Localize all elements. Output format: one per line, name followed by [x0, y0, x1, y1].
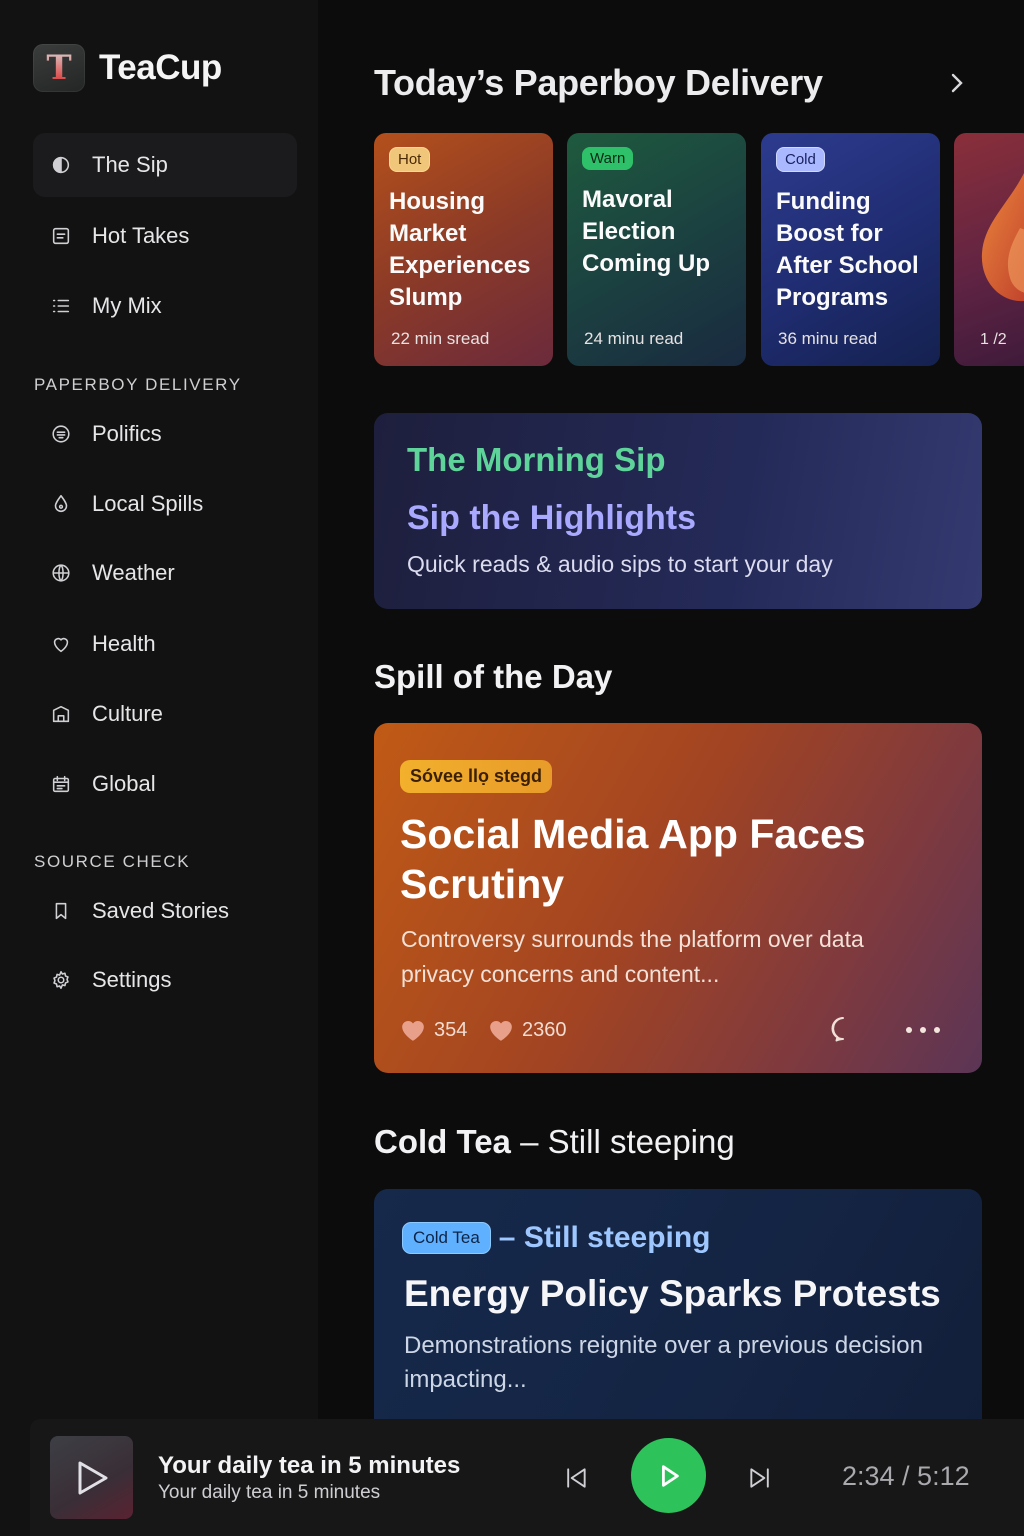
- sidebar-item-health[interactable]: Health: [33, 612, 297, 676]
- brand[interactable]: T TeaCup: [33, 44, 222, 92]
- play-logo-icon: [78, 1461, 107, 1494]
- chat-icon: [49, 422, 73, 446]
- card-read-time: 24 minu read: [584, 329, 684, 348]
- morning-desc: Quick reads & audio sips to start your d…: [407, 551, 833, 577]
- card-read-time: 22 min sread: [391, 329, 490, 348]
- sidebar-item-my-mix[interactable]: My Mix: [33, 274, 297, 338]
- cold-tea-card-header: Cold Tea – Still steeping: [402, 1221, 711, 1255]
- delivery-card[interactable]: Warn Mavoral Election Coming Up 24 minu …: [567, 133, 746, 366]
- gear-icon: [49, 968, 73, 992]
- note-icon: [49, 224, 73, 248]
- delivery-card[interactable]: Cold Funding Boost for After School Prog…: [761, 133, 940, 366]
- sidebar: T TeaCup The Sip Hot Takes My Mix PAPERB…: [0, 0, 318, 1536]
- sidebar-item-label: My Mix: [92, 293, 162, 318]
- card-title: Funding Boost for After School Programs: [776, 188, 919, 311]
- play-button[interactable]: [631, 1438, 706, 1513]
- sidebar-item-label: Settings: [92, 967, 172, 992]
- card-title: Mavoral Election Coming Up: [582, 186, 710, 277]
- sidebar-item-the-sip[interactable]: The Sip: [33, 133, 297, 197]
- card-title: Housing Market Experiences Slump: [389, 188, 531, 311]
- sidebar-item-label: Global: [92, 771, 156, 796]
- audio-player: Your daily tea in 5 minutes Your daily t…: [30, 1419, 1024, 1536]
- comment-icon[interactable]: [829, 1015, 857, 1043]
- sidebar-item-culture[interactable]: Culture: [33, 682, 297, 746]
- player-artwork[interactable]: [50, 1436, 133, 1519]
- card-read-time: 36 minu read: [778, 329, 878, 348]
- cold-tea-card[interactable]: Cold Tea – Still steeping Energy Policy …: [374, 1189, 982, 1429]
- delivery-card-partial[interactable]: 1 /2: [954, 133, 1024, 366]
- sidebar-item-global[interactable]: Global: [33, 752, 297, 816]
- spill-card[interactable]: Sóvee llọ stegd Social Media App Faces S…: [374, 723, 982, 1073]
- sidebar-item-hot-takes[interactable]: Hot Takes: [33, 204, 297, 268]
- heart-icon: [402, 1020, 424, 1041]
- sidebar-item-saved-stories[interactable]: Saved Stories: [33, 879, 297, 943]
- cold-tea-heading: Cold Tea – Still steeping: [374, 1123, 735, 1160]
- morning-subtitle: Sip the Highlights: [407, 499, 696, 537]
- heart-icon: [490, 1020, 512, 1041]
- skip-forward-icon: [750, 1468, 769, 1488]
- more-icon[interactable]: [904, 1021, 942, 1039]
- skip-back-icon: [567, 1468, 586, 1488]
- drop-icon: [49, 492, 73, 516]
- pager: 1 /2: [980, 331, 1007, 348]
- sidebar-item-local-spills[interactable]: Local Spills: [33, 472, 297, 536]
- section-label-paperboy: PAPERBOY DELIVERY: [34, 375, 242, 394]
- spill-desc: Controversy surrounds the platform over …: [401, 926, 864, 987]
- sidebar-item-polifics[interactable]: Polifics: [33, 402, 297, 466]
- tag-cold-tea: Cold Tea: [402, 1222, 491, 1254]
- delivery-title: Today’s Paperboy Delivery: [374, 62, 823, 103]
- play-icon: [661, 1464, 679, 1487]
- list-icon: [49, 294, 73, 318]
- spill-heading: Spill of the Day: [374, 658, 613, 695]
- sip-icon: [49, 153, 73, 177]
- spill-tag: Sóvee llọ stegd: [400, 760, 553, 793]
- heart-icon: [49, 632, 73, 656]
- like-count[interactable]: 354: [400, 1018, 467, 1042]
- morning-title: The Morning Sip: [407, 441, 666, 478]
- player-subtitle: Your daily tea in 5 minutes: [158, 1482, 381, 1503]
- tag-cold: Cold: [776, 147, 825, 172]
- sidebar-item-label: Saved Stories: [92, 898, 229, 923]
- previous-button[interactable]: [561, 1463, 591, 1493]
- cold-tea-subhead: – Still steeping: [498, 1221, 711, 1254]
- tag-hot: Hot: [389, 147, 431, 172]
- player-time: 2:34 / 5:12: [842, 1461, 970, 1491]
- globe-icon: [49, 561, 73, 585]
- player-title: Your daily tea in 5 minutes: [158, 1452, 461, 1479]
- delivery-card[interactable]: Hot Housing Market Experiences Slump 22 …: [374, 133, 553, 366]
- sidebar-item-settings[interactable]: Settings: [33, 948, 297, 1012]
- app-name: TeaCup: [99, 48, 222, 87]
- sidebar-item-label: Health: [92, 631, 156, 656]
- sidebar-item-label: Local Spills: [92, 491, 204, 516]
- cold-tea-desc: Demonstrations reignite over a previous …: [404, 1332, 923, 1393]
- spill-title: Social Media App Faces Scrutiny: [400, 811, 866, 907]
- bookmark-icon: [49, 899, 73, 923]
- cold-tea-title: Energy Policy Sparks Protests: [404, 1273, 941, 1314]
- section-label-source-check: SOURCE CHECK: [34, 852, 191, 871]
- tag-warn: Warn: [582, 147, 634, 170]
- sidebar-item-label: Weather: [92, 560, 175, 585]
- sidebar-item-label: Culture: [92, 701, 163, 726]
- sidebar-item-label: The Sip: [92, 152, 168, 177]
- calendar-icon: [49, 772, 73, 796]
- sidebar-item-label: Polifics: [92, 421, 162, 446]
- heart-count[interactable]: 2360: [488, 1018, 567, 1042]
- morning-sip-banner[interactable]: The Morning Sip Sip the Highlights Quick…: [374, 413, 982, 609]
- app-logo: T: [33, 44, 85, 92]
- next-button[interactable]: [745, 1463, 775, 1493]
- sidebar-item-weather[interactable]: Weather: [33, 541, 297, 605]
- chevron-right-icon[interactable]: [944, 70, 970, 96]
- building-icon: [49, 702, 73, 726]
- sidebar-item-label: Hot Takes: [92, 223, 190, 248]
